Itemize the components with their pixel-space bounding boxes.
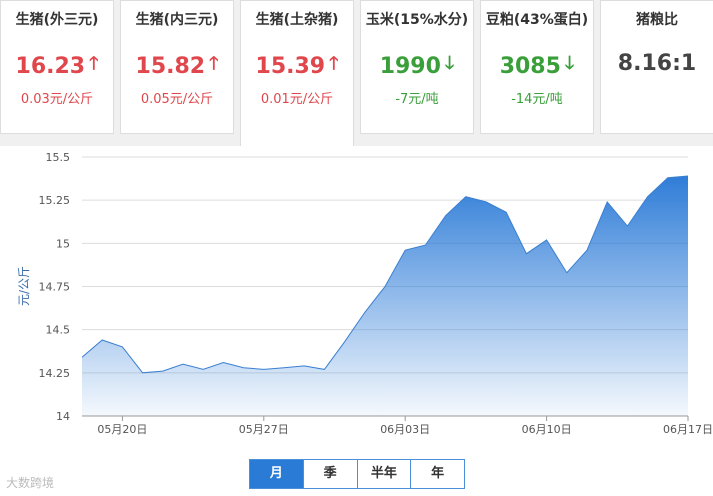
period-toggle: 月 季 半年 年 [249,459,465,489]
card-change: -7元/吨 [395,92,439,107]
x-tick-label: 06月03日 [380,423,430,436]
chart-area [82,176,688,416]
period-month-button[interactable]: 月 [250,460,304,488]
y-tick-label: 14 [56,410,70,423]
card-hog-grain-ratio[interactable]: 猪粮比 8.16:1 [600,0,713,134]
card-change: -14元/吨 [511,92,563,107]
arrow-up-icon: 🡑 [329,53,339,74]
card-hog-outer[interactable]: 生猪(外三元) 16.23 🡑 0.03元/公斤 [0,0,114,134]
y-tick-label: 14.25 [39,367,71,380]
arrow-down-icon: 🡓 [444,53,455,74]
card-price: 16.23 🡑 [1,51,113,81]
card-title: 猪粮比 [636,12,678,28]
arrow-up-icon: 🡑 [209,53,219,74]
card-hog-inner[interactable]: 生猪(内三元) 15.82 🡑 0.05元/公斤 [120,0,234,134]
card-change: 0.03元/公斤 [20,92,94,107]
price-chart: 15.5 15.25 15 14.75 14.5 14.25 14 05月20日 05月27日… [17,151,713,436]
arrow-up-icon: 🡑 [89,53,99,74]
card-price: 8.16:1 [617,51,697,76]
price-cards: 生猪(外三元) 16.23 🡑 0.03元/公斤 生猪(内三元) 15.82 🡑 0… [0,0,713,146]
y-tick-label: 15 [56,237,70,250]
card-corn[interactable]: 玉米(15%水分) 1990 🡓 -7元/吨 [360,0,474,134]
card-hog-local[interactable]: 生猪(土杂猪) 15.39 🡑 0.01元/公斤 [240,0,354,146]
card-title: 生猪(外三元) [15,12,99,28]
period-halfyear-button[interactable]: 半年 [358,460,412,488]
card-price: 15.39 🡑 [241,51,353,81]
x-tick-label: 05月20日 [97,423,147,436]
card-title: 生猪(内三元) [135,12,219,28]
card-price: 15.82 🡑 [121,51,233,81]
card-soymeal[interactable]: 豆粕(43%蛋白) 3085 🡓 -14元/吨 [480,0,594,134]
y-tick-label: 14.75 [39,281,71,294]
x-tick-label: 06月17日 [663,423,713,436]
card-title: 玉米(15%水分) [365,12,469,28]
y-axis-label: 元/公斤 [17,266,31,306]
card-change: 0.05元/公斤 [140,92,214,107]
y-tick-label: 14.5 [46,324,71,337]
x-tick-label: 06月10日 [522,423,572,436]
x-tick-label: 05月27日 [239,423,289,436]
arrow-down-icon: 🡓 [564,53,575,74]
period-quarter-button[interactable]: 季 [304,460,358,488]
card-title: 生猪(土杂猪) [255,12,339,28]
card-change: 0.01元/公斤 [260,92,334,107]
period-year-button[interactable]: 年 [411,460,464,488]
card-title: 豆粕(43%蛋白) [485,12,589,28]
card-price: 3085 🡓 [481,51,593,81]
watermark: 大数跨境 [6,476,55,490]
card-price: 1990 🡓 [361,51,473,81]
y-tick-label: 15.5 [46,151,71,164]
y-tick-label: 15.25 [39,194,71,207]
